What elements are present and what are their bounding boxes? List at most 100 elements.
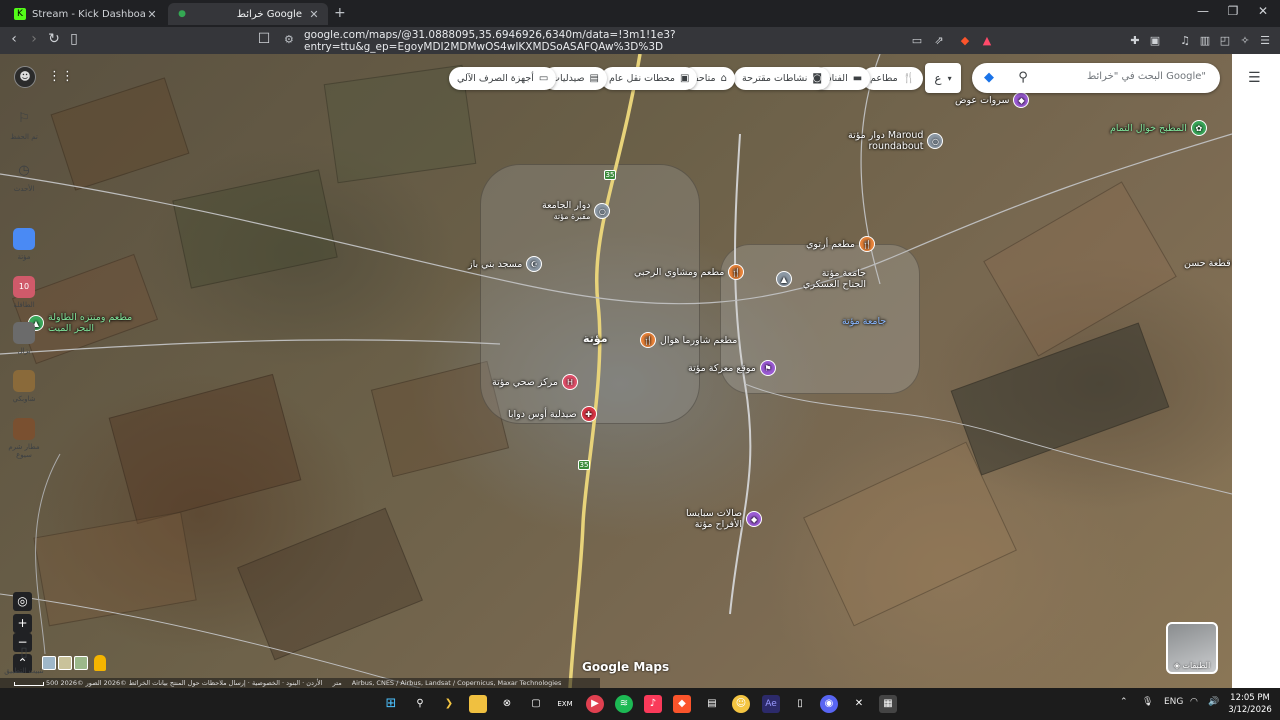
leo-icon[interactable]: ✧ <box>1236 32 1254 50</box>
close-window-icon[interactable]: ✕ <box>1248 4 1278 18</box>
satellite-map[interactable]: 35 35 دوار مؤتة Maroud roundabout ○ سروا… <box>0 54 1232 688</box>
cast-icon[interactable]: ▭ <box>908 32 926 50</box>
discord-icon[interactable]: ◉ <box>820 695 838 713</box>
place-health-center[interactable]: مركز صحي مؤتة H <box>492 374 578 390</box>
xbox-icon[interactable]: ⊗ <box>498 695 516 713</box>
extensions-icon[interactable]: ✚ <box>1126 32 1144 50</box>
sidebar-saved[interactable]: ⚐ تم الحفظ <box>0 108 48 141</box>
tab-title: خرائط Google <box>236 8 302 20</box>
chip-atms[interactable]: أجهزة الصرف الآلي ▭ <box>449 67 557 90</box>
document-icon[interactable]: ▯ <box>791 695 809 713</box>
browser-menu-icon[interactable]: ☰ <box>1256 32 1274 50</box>
music-app-icon[interactable]: ♪ <box>644 695 662 713</box>
forward-icon[interactable]: › <box>24 31 44 47</box>
map-scale-bar[interactable] <box>14 682 44 686</box>
wifi-icon[interactable]: ◠ <box>1190 697 1198 707</box>
google-apps-icon[interactable]: ⋮⋮ <box>48 68 74 86</box>
layers-button[interactable]: ◈ الطبقات <box>1166 622 1218 674</box>
language-indicator[interactable]: ENG <box>1164 697 1183 707</box>
sidebar-recents[interactable]: ◷ الأحدث <box>0 160 48 193</box>
app-window-icon[interactable]: ▦ <box>879 695 897 713</box>
sidebar-install-app[interactable]: ▯ تثبيت التطبيق <box>0 642 48 675</box>
layers-icon: ◈ <box>1173 661 1180 670</box>
tray-overflow-icon[interactable]: ⌃ <box>1120 697 1128 707</box>
terminal-icon[interactable]: ▤ <box>703 695 721 713</box>
media-player-icon[interactable]: ▶ <box>586 695 604 713</box>
start-icon[interactable]: ⊞ <box>382 695 400 713</box>
volume-icon[interactable]: 🔊 <box>1208 697 1219 707</box>
after-effects-icon[interactable]: Ae <box>762 695 780 713</box>
close-tab-icon[interactable]: ✕ <box>146 8 158 21</box>
tab-kick-dashboard[interactable]: K Stream - Kick Dashboard ✕ <box>6 3 166 25</box>
menu-icon[interactable]: ☰ <box>1248 70 1261 86</box>
share-icon[interactable]: ⇗ <box>930 32 948 50</box>
chip-transit[interactable]: محطات نقل عام ▣ <box>601 67 698 90</box>
maps-search-box[interactable]: ◆ ⚲ البحث في "خرائط Google" <box>972 63 1220 93</box>
sidebar-recent-bazal[interactable]: بزال <box>0 322 48 355</box>
brave-browser-icon[interactable]: ◆ <box>673 695 691 713</box>
microphone-icon[interactable]: 🎙 <box>1142 697 1153 707</box>
park-icon: ✿ <box>1190 120 1207 136</box>
place-rahbi-restaurant[interactable]: مطعم ومشاوي الرحبي 🍴 <box>634 264 745 280</box>
place-mutah-town[interactable]: مؤتة <box>583 332 608 345</box>
place-kitchen[interactable]: المطبخ خوال التمام ✿ <box>1110 120 1207 136</box>
screenshot-icon[interactable]: ◰ <box>1216 32 1234 50</box>
restaurant-icon: 🍴 <box>728 264 745 280</box>
my-location-button[interactable]: ◎ <box>13 592 32 611</box>
directions-icon[interactable]: ◆ <box>980 69 998 87</box>
url-text: google.com/maps/@31.0888095,35.6946926,6… <box>304 28 676 53</box>
back-icon[interactable]: ‹ <box>4 31 24 47</box>
search-input[interactable]: البحث في "خرائط Google" <box>1087 71 1206 82</box>
game-bar-icon[interactable]: ▢ <box>527 695 545 713</box>
wallet-icon[interactable]: ▣ <box>1146 32 1164 50</box>
search-icon[interactable]: ⚲ <box>411 695 429 713</box>
brave-rewards-icon[interactable]: ▲ <box>978 32 996 50</box>
url-field[interactable]: ⚙ google.com/maps/@31.0888095,35.6946926… <box>280 28 946 53</box>
chip-things-to-do[interactable]: نشاطات مقترحة ◙ <box>734 67 831 90</box>
maximize-icon[interactable]: ❐ <box>1218 4 1248 18</box>
spotify-icon[interactable]: ≋ <box>615 695 633 713</box>
place-shawarma[interactable]: 🍴 مطعم شاورما هوال <box>640 332 737 348</box>
zoom-in-button[interactable]: + <box>13 614 32 633</box>
sidebar-recent-airport[interactable]: مطار شرم سيوع <box>0 418 48 459</box>
media-icon[interactable]: ♫ <box>1176 32 1194 50</box>
street-view-pegman-icon[interactable] <box>94 655 106 671</box>
reader-icon[interactable]: ▥ <box>1196 32 1214 50</box>
exm-icon[interactable]: EXM <box>556 695 574 713</box>
place-qitaat-hasan[interactable]: قطعة حسن <box>1184 258 1231 269</box>
place-mosque[interactable]: مسجد بني باز ☪ <box>468 256 543 272</box>
place-mutah-military[interactable]: ▲ جامعة مؤتة الجناح العسكري <box>776 268 866 290</box>
language-toggle-button[interactable]: ع ▾ <box>925 63 961 93</box>
sidebar-recent-shobak[interactable]: شاوبكي <box>0 370 48 403</box>
place-wedding-hall[interactable]: صالات سبايسا الأفراح مؤتة ◆ <box>686 508 763 530</box>
account-avatar[interactable]: ☻ <box>14 66 36 88</box>
minimize-icon[interactable]: — <box>1188 4 1218 18</box>
place-marud-roundabout[interactable]: دوار مؤتة Maroud roundabout ○ <box>848 130 944 152</box>
search-icon[interactable]: ⚲ <box>1014 69 1032 87</box>
chip-restaurants[interactable]: مطاعم 🍴 <box>862 67 924 90</box>
site-info-icon[interactable]: ⚙ <box>284 33 294 46</box>
sidebar-recent-mutah[interactable]: مؤتة <box>0 228 48 261</box>
tab-google-maps[interactable]: ● خرائط Google ✕ <box>168 3 328 25</box>
taskbar-clock[interactable]: 12:05 PM 3/12/2026 <box>1224 692 1276 716</box>
reload-icon[interactable]: ↻ <box>44 31 64 47</box>
place-mutah-university[interactable]: جامعة مؤتة <box>842 316 886 327</box>
place-thumb-icon <box>13 418 35 440</box>
place-pharmacy[interactable]: صيدلية أوس دوابا ✚ <box>508 406 597 422</box>
new-tab-icon[interactable]: + <box>334 5 346 21</box>
sidebar-toggle-icon[interactable]: ▯ <box>64 31 84 47</box>
file-explorer-icon[interactable] <box>469 695 487 713</box>
map-type-thumbnails[interactable] <box>42 656 88 670</box>
place-pin-icon: ◆ <box>1013 92 1030 108</box>
place-battle-site[interactable]: موقع معركة مؤتة ⚑ <box>688 360 776 376</box>
close-tab-icon[interactable]: ✕ <box>308 8 320 21</box>
place-artawi-restaurant[interactable]: مطعم أرتوي 🍴 <box>806 236 876 252</box>
sidebar-recent-tafila[interactable]: 10 الطافلة <box>0 276 48 309</box>
chevron-icon[interactable]: ❯ <box>440 695 458 713</box>
capcut-icon[interactable]: ✕ <box>850 695 868 713</box>
bookmark-page-icon[interactable]: ☐ <box>254 31 274 47</box>
place-sarawat[interactable]: سروات عوض ◆ <box>955 92 1030 108</box>
brave-shield-icon[interactable]: ◆ <box>956 32 974 50</box>
place-university-roundabout[interactable]: دوار الجامعة مقبرة مؤتة ○ <box>542 200 611 222</box>
app-icon[interactable]: ☺ <box>732 695 750 713</box>
